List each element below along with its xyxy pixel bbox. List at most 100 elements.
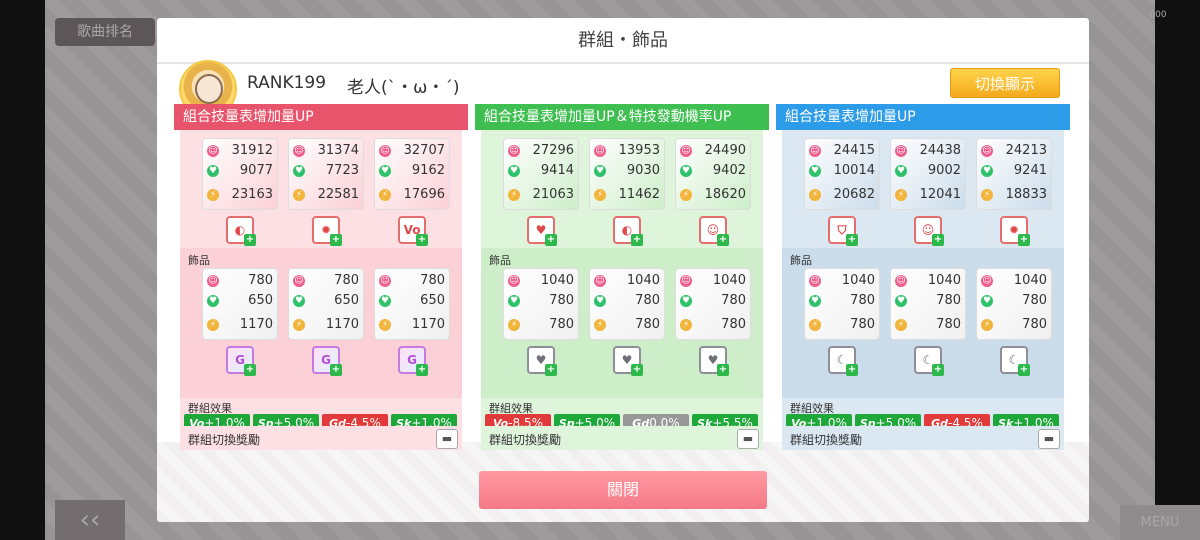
group-reward-row[interactable]: 群組切換獎勵 ▬ xyxy=(481,426,763,450)
card-sp-value: 7723 xyxy=(325,163,359,178)
vocal-icon: ☺ xyxy=(207,145,219,157)
accessory-card[interactable]: ☺ ♥ ⚡ 780 650 1170 xyxy=(288,268,364,340)
accessory-sp-value: 650 xyxy=(248,293,273,308)
card-gd-value: 17696 xyxy=(403,187,445,202)
vocal-icon: ☺ xyxy=(680,275,692,287)
speed-icon: ♥ xyxy=(981,295,993,307)
speed-icon: ♥ xyxy=(809,295,821,307)
group-reward-row[interactable]: 群組切換獎勵 ▬ xyxy=(782,426,1064,450)
member-card[interactable]: ☺ ♥ ⚡ 24438 9002 12041 xyxy=(890,138,966,210)
guard-icon: ⚡ xyxy=(293,189,305,201)
burst-icon[interactable]: ✹ + xyxy=(312,216,342,246)
moon-gray-icon[interactable]: ☾ + xyxy=(828,346,858,376)
smile-icon[interactable]: ☺ + xyxy=(914,216,944,246)
card-vo-value: 27296 xyxy=(532,143,574,158)
reward-label: 群組切換獎勵 xyxy=(790,433,863,447)
member-cards: ☺ ♥ ⚡ 27296 9414 21063 ♥ + ☺ ♥ ⚡ 13953 9030 11462 ◐ + ☺ ♥… xyxy=(481,130,763,248)
member-card[interactable]: ☺ ♥ ⚡ 32707 9162 17696 xyxy=(374,138,450,210)
member-card[interactable]: ☺ ♥ ⚡ 27296 9414 21063 xyxy=(503,138,579,210)
group-reward-row[interactable]: 群組切換獎勵 ▬ xyxy=(180,426,462,450)
heart-icon[interactable]: ♥ + xyxy=(527,216,557,246)
plus-icon: + xyxy=(631,234,643,246)
heart-gray-icon[interactable]: ♥ + xyxy=(527,346,557,376)
fan-icon[interactable]: ◐ + xyxy=(226,216,256,246)
card-vo-value: 32707 xyxy=(403,143,445,158)
g-rainbow-icon[interactable]: G + xyxy=(312,346,342,376)
guard-icon: ⚡ xyxy=(809,319,821,331)
accessory-card[interactable]: ☺ ♥ ⚡ 1040 780 780 xyxy=(890,268,966,340)
member-card[interactable]: ☺ ♥ ⚡ 13953 9030 11462 xyxy=(589,138,665,210)
accessory-card[interactable]: ☺ ♥ ⚡ 1040 780 780 xyxy=(675,268,751,340)
plus-icon: + xyxy=(717,234,729,246)
accessory-card[interactable]: ☺ ♥ ⚡ 1040 780 780 xyxy=(503,268,579,340)
plus-icon: + xyxy=(416,364,428,376)
speed-icon: ♥ xyxy=(895,295,907,307)
g-rainbow-icon[interactable]: G + xyxy=(398,346,428,376)
speed-icon: ♥ xyxy=(508,165,520,177)
vocal-icon: ☺ xyxy=(379,145,391,157)
card-sp-value: 9241 xyxy=(1013,163,1047,178)
accessory-card[interactable]: ☺ ♥ ⚡ 1040 780 780 xyxy=(589,268,665,340)
speed-icon: ♥ xyxy=(594,295,606,307)
reward-label: 群組切換獎勵 xyxy=(489,433,562,447)
accessory-sp-value: 780 xyxy=(850,293,875,308)
speed-icon: ♥ xyxy=(594,165,606,177)
group-column-2: 組合技量表增加量UP＆特技發動機率UP ☺ ♥ ⚡ 27296 9414 21063 ♥ + ☺ ♥… xyxy=(475,104,769,450)
vocal-icon: ☺ xyxy=(293,145,305,157)
accessory-sp-value: 780 xyxy=(936,293,961,308)
member-card[interactable]: ☺ ♥ ⚡ 24490 9402 18620 xyxy=(675,138,751,210)
smile-icon[interactable]: ☺ + xyxy=(699,216,729,246)
card-vo-value: 24490 xyxy=(704,143,746,158)
g-rainbow-icon[interactable]: G + xyxy=(226,346,256,376)
accessory-card[interactable]: ☺ ♥ ⚡ 1040 780 780 xyxy=(976,268,1052,340)
switch-display-button[interactable]: 切換顯示 xyxy=(950,68,1060,98)
moon-gray-icon[interactable]: ☾ + xyxy=(1000,346,1030,376)
card-gd-value: 11462 xyxy=(618,187,660,202)
chat-icon[interactable]: ▬ xyxy=(436,429,458,449)
accessory-vo-value: 780 xyxy=(248,273,273,288)
card-gd-value: 21063 xyxy=(532,187,574,202)
accessory-gd-value: 1170 xyxy=(411,317,445,332)
group-body: ☺ ♥ ⚡ 31912 9077 23163 ◐ + ☺ ♥ ⚡ 31374 7723 22581 ✹ + ☺ ♥… xyxy=(180,130,462,450)
burst-icon[interactable]: ✹ + xyxy=(1000,216,1030,246)
shield-icon[interactable]: ⛉ + xyxy=(828,216,858,246)
member-card[interactable]: ☺ ♥ ⚡ 24415 10014 20682 xyxy=(804,138,880,210)
accessory-card[interactable]: ☺ ♥ ⚡ 1040 780 780 xyxy=(804,268,880,340)
player-nickname: 老人(`・ω・´) xyxy=(347,78,460,98)
card-sp-value: 9030 xyxy=(626,163,660,178)
vocal-icon: ☺ xyxy=(594,275,606,287)
speed-icon: ♥ xyxy=(293,295,305,307)
guard-icon: ⚡ xyxy=(895,319,907,331)
plus-icon: + xyxy=(545,234,557,246)
moon-gray-icon[interactable]: ☾ + xyxy=(914,346,944,376)
plus-icon: + xyxy=(932,234,944,246)
vo-icon[interactable]: Vo + xyxy=(398,216,428,246)
member-card[interactable]: ☺ ♥ ⚡ 24213 9241 18833 xyxy=(976,138,1052,210)
card-sp-value: 9162 xyxy=(411,163,445,178)
plus-icon: + xyxy=(1018,234,1030,246)
plus-icon: + xyxy=(1018,364,1030,376)
member-card[interactable]: ☺ ♥ ⚡ 31374 7723 22581 xyxy=(288,138,364,210)
heart-gray-icon[interactable]: ♥ + xyxy=(699,346,729,376)
accessory-card[interactable]: ☺ ♥ ⚡ 780 650 1170 xyxy=(374,268,450,340)
chat-icon[interactable]: ▬ xyxy=(737,429,759,449)
card-vo-value: 13953 xyxy=(618,143,660,158)
accessory-card[interactable]: ☺ ♥ ⚡ 780 650 1170 xyxy=(202,268,278,340)
plus-icon: + xyxy=(416,234,428,246)
heart-gray-icon[interactable]: ♥ + xyxy=(613,346,643,376)
vocal-icon: ☺ xyxy=(379,275,391,287)
fan-icon[interactable]: ◐ + xyxy=(613,216,643,246)
accessory-vo-value: 1040 xyxy=(1013,273,1047,288)
avatar-face xyxy=(195,74,223,104)
close-button[interactable]: 關閉 xyxy=(479,471,767,509)
accessory-gd-value: 780 xyxy=(850,317,875,332)
card-sp-value: 9002 xyxy=(927,163,961,178)
guard-icon: ⚡ xyxy=(207,319,219,331)
accessory-sp-value: 780 xyxy=(1022,293,1047,308)
group-body: ☺ ♥ ⚡ 27296 9414 21063 ♥ + ☺ ♥ ⚡ 13953 9030 11462 ◐ + ☺ ♥… xyxy=(481,130,763,450)
chat-icon[interactable]: ▬ xyxy=(1038,429,1060,449)
plus-icon: + xyxy=(244,234,256,246)
member-card[interactable]: ☺ ♥ ⚡ 31912 9077 23163 xyxy=(202,138,278,210)
card-vo-value: 24213 xyxy=(1005,143,1047,158)
accessory-vo-value: 1040 xyxy=(626,273,660,288)
